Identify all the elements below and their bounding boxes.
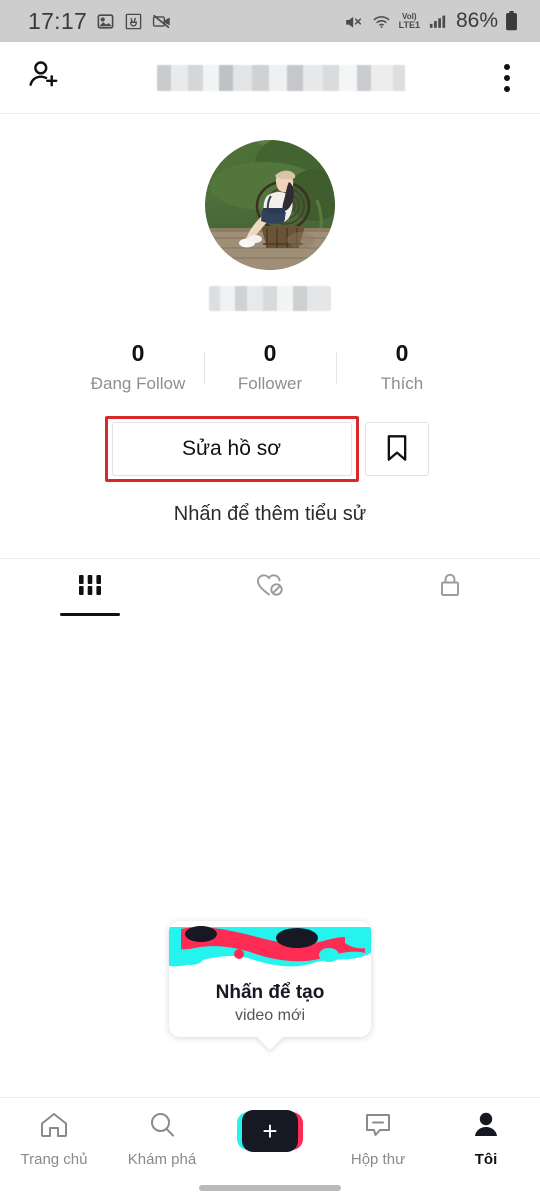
nav-label: Trang chủ [20,1151,88,1168]
profile-actions: Sửa hồ sơ [104,416,429,483]
nav-label: Tôi [474,1151,498,1168]
stat-label: Đang Follow [90,374,186,394]
stat-likes[interactable]: 0 Thích [337,341,468,394]
tooltip-arrow [256,1036,284,1051]
peace-hand-icon [124,12,143,31]
content-area: Nhấn để tạo video mới [0,616,540,1051]
bottom-navigation: Trang chủ Khám phá + Hộp thư Tôi [0,1097,540,1200]
stat-value: 0 [131,340,145,366]
status-time: 17:17 [28,7,88,34]
inbox-icon [362,1110,394,1145]
tooltip-artwork [169,921,371,974]
nav-item-discover[interactable]: Khám phá [108,1110,216,1168]
wifi-icon [371,12,392,31]
tab-videos[interactable] [0,559,180,617]
stat-value: 0 [395,340,409,366]
battery-percent: 86% [455,9,498,32]
tab-liked[interactable] [180,559,360,616]
three-dot-menu-icon[interactable] [500,60,514,96]
nav-item-profile[interactable]: Tôi [432,1110,540,1168]
status-bar-right: VoI) LTE1 86% [344,9,518,33]
status-bar: 17:17 VoI) LTE1 86% [0,0,540,42]
volte-icon: VoI) LTE1 [398,12,420,30]
top-bar [0,42,540,114]
stat-followers[interactable]: 0 Follower [205,341,336,394]
nav-item-create[interactable]: + [216,1110,324,1158]
signal-icon [427,12,447,31]
camera-off-icon [152,12,172,31]
edit-profile-button[interactable]: Sửa hồ sơ [111,422,352,477]
bookmark-icon [384,434,410,465]
phone-screen: 17:17 VoI) LTE1 86% 0 Đang Follow 0 Foll… [0,0,540,1200]
nav-item-home[interactable]: Trang chủ [0,1110,108,1168]
display-name-redacted [209,286,331,311]
nav-item-inbox[interactable]: Hộp thư [324,1110,432,1168]
add-person-icon[interactable] [26,57,62,98]
image-icon [96,12,115,31]
username-redacted [157,64,405,91]
battery-icon [505,11,518,31]
stat-following[interactable]: 0 Đang Follow [73,341,204,394]
avatar[interactable] [205,140,335,270]
profile-header: 0 Đang Follow 0 Follower 0 Thích Sửa hồ … [0,114,540,526]
mute-icon [344,12,364,31]
plus-glyph: + [262,1116,278,1146]
lock-icon [436,570,464,605]
bio-placeholder[interactable]: Nhấn để thêm tiểu sử [174,503,366,526]
tab-private[interactable] [360,559,540,616]
grid-icon [75,571,105,604]
status-bar-left: 17:17 [28,8,172,35]
nav-label: Hộp thư [350,1151,406,1168]
profile-tabs [0,558,540,617]
nav-label: Khám phá [127,1151,197,1168]
stat-label: Follower [237,374,303,394]
stat-value: 0 [263,340,277,366]
tooltip-title: Nhấn để tạo [215,982,325,1004]
network-label: LTE1 [398,19,420,30]
create-video-tooltip[interactable]: Nhấn để tạo video mới [169,921,371,1051]
tooltip-subtitle: video mới [234,1007,306,1025]
home-indicator [199,1185,341,1191]
profile-stats: 0 Đang Follow 0 Follower 0 Thích [73,341,468,394]
bookmark-button[interactable] [364,422,429,477]
search-icon [146,1110,178,1145]
heart-hidden-icon [253,570,287,605]
person-icon [470,1110,502,1145]
create-plus-icon[interactable]: + [237,1110,303,1152]
stat-label: Thích [380,374,424,394]
tooltip-text: Nhấn để tạo video mới [169,973,371,1037]
home-icon [38,1110,70,1145]
